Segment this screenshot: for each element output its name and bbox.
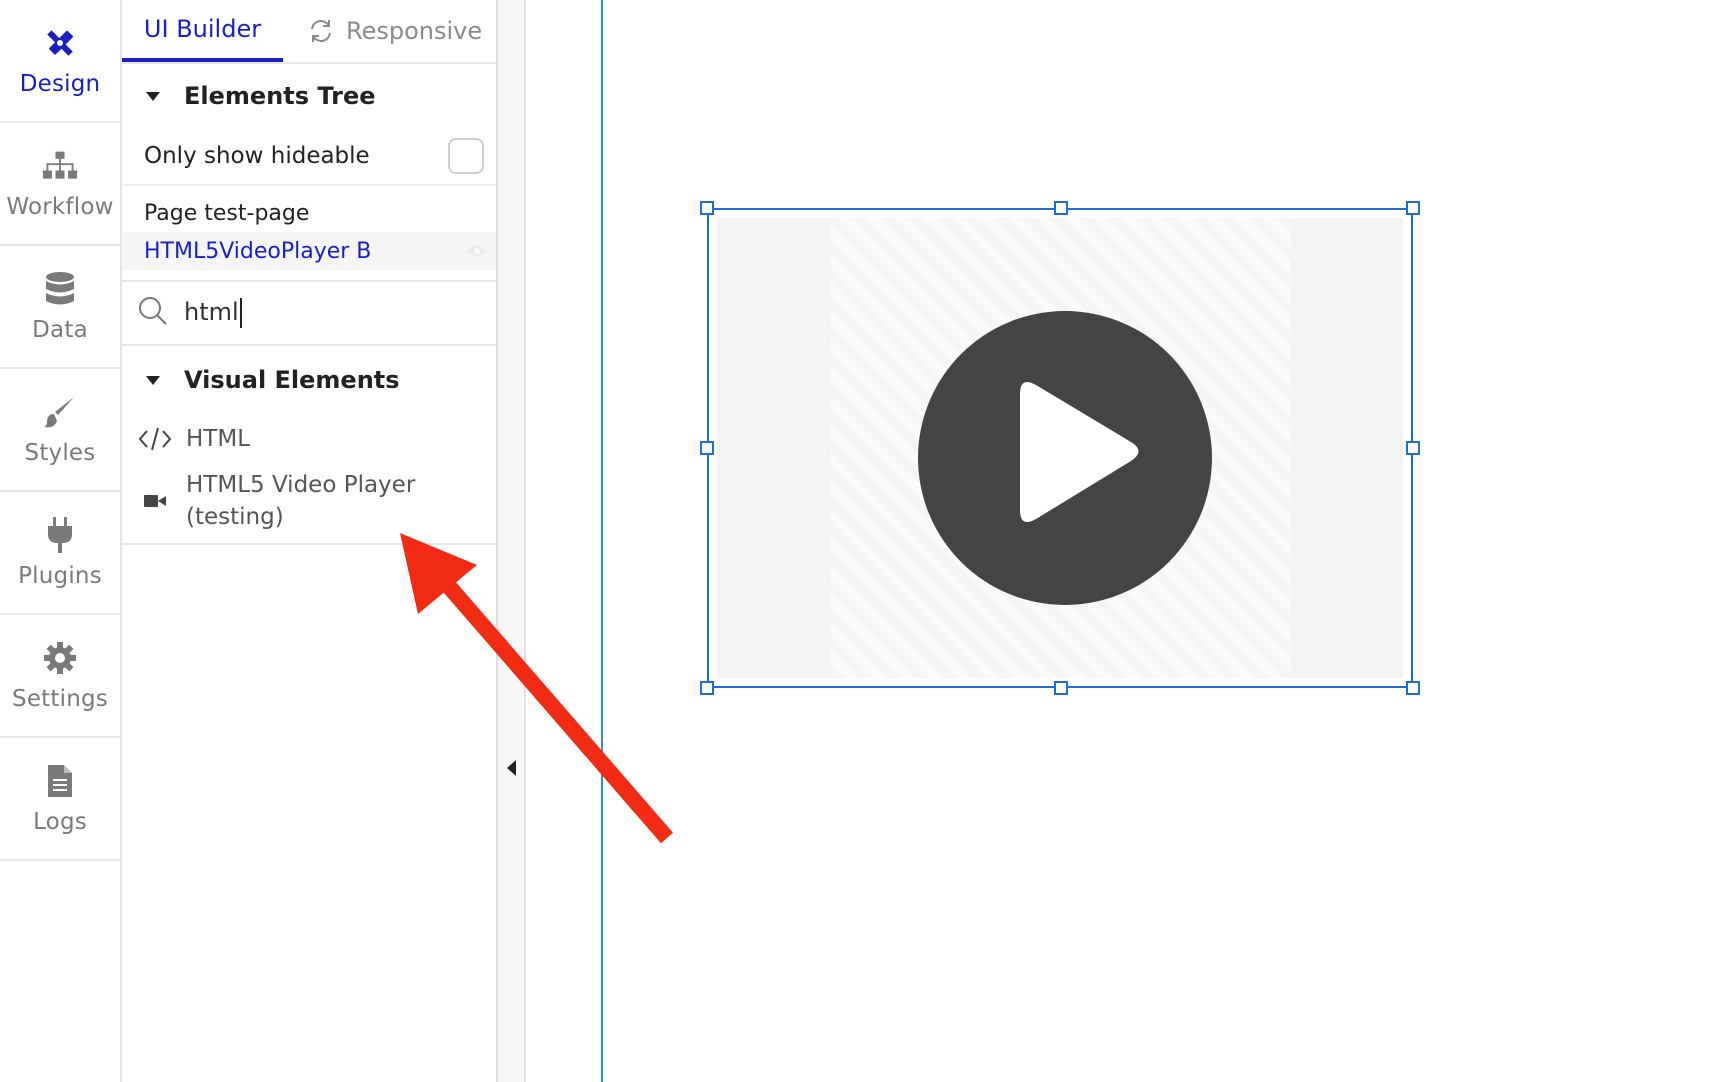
search-icon — [138, 296, 168, 330]
rail-item-styles[interactable]: Styles — [0, 369, 120, 492]
rail-label-data: Data — [32, 316, 88, 343]
resize-handle-top-right[interactable] — [1406, 201, 1420, 215]
elements-tree-title: Elements Tree — [184, 82, 376, 110]
only-show-hideable-checkbox[interactable] — [448, 138, 484, 174]
element-search-bar[interactable]: html — [122, 280, 496, 346]
rail-item-plugins[interactable]: Plugins — [0, 492, 120, 615]
resize-handle-top-left[interactable] — [700, 201, 714, 215]
app-window: Design Workflow Data Styles Plugins Sett… — [0, 0, 1716, 1082]
element-item-html-label: HTML — [186, 426, 251, 452]
rail-label-logs: Logs — [33, 808, 87, 835]
resize-handle-bottom-right[interactable] — [1406, 681, 1420, 695]
video-camera-icon — [138, 494, 172, 508]
caret-down-icon — [146, 91, 160, 101]
code-brackets-icon — [138, 427, 172, 451]
document-icon — [42, 763, 78, 799]
only-show-hideable-row: Only show hideable — [122, 128, 496, 186]
page-boundary-guide — [601, 0, 603, 1082]
visual-elements-section: Visual Elements HTML HTML5 Video Player … — [122, 348, 496, 536]
text-cursor — [239, 298, 242, 328]
video-placeholder — [717, 218, 1403, 678]
tab-ui-builder[interactable]: UI Builder — [122, 0, 283, 62]
gear-icon — [42, 640, 78, 676]
rail-item-design[interactable]: Design — [0, 0, 120, 123]
tree-item-page-label: Page test-page — [144, 200, 310, 226]
elements-tree-header[interactable]: Elements Tree — [122, 64, 496, 128]
collapse-arrow-icon[interactable] — [507, 760, 516, 776]
resize-handle-top[interactable] — [1054, 201, 1068, 215]
search-input-value: html — [184, 298, 239, 326]
plug-icon — [42, 516, 78, 553]
tab-responsive[interactable]: Responsive — [308, 0, 482, 62]
html5-video-player-element[interactable] — [700, 201, 1420, 695]
rail-item-settings[interactable]: Settings — [0, 615, 120, 738]
element-item-video-label: HTML5 Video Player — [186, 472, 416, 498]
resize-handle-right[interactable] — [1406, 441, 1420, 455]
left-nav-rail: Design Workflow Data Styles Plugins Sett… — [0, 0, 122, 1082]
tree-item-selected-element[interactable]: HTML5VideoPlayer B — [122, 232, 496, 270]
tab-responsive-label: Responsive — [346, 17, 483, 45]
search-input[interactable]: html — [184, 298, 242, 328]
section-divider — [122, 543, 496, 545]
rail-item-data[interactable]: Data — [0, 246, 120, 369]
element-item-video-label-line2: (testing) — [186, 504, 284, 530]
element-item-html[interactable]: HTML — [122, 412, 496, 466]
paintbrush-icon — [42, 394, 78, 430]
rail-label-design: Design — [19, 70, 101, 97]
only-show-hideable-label: Only show hideable — [144, 143, 370, 169]
caret-down-icon — [146, 375, 160, 385]
workflow-sitemap-icon — [42, 148, 78, 184]
database-icon — [42, 271, 78, 307]
visual-elements-header[interactable]: Visual Elements — [122, 348, 496, 412]
design-pencil-ruler-icon — [42, 25, 78, 61]
play-button-icon[interactable] — [917, 310, 1213, 606]
rail-item-workflow[interactable]: Workflow — [0, 123, 120, 246]
panel-tabs: UI Builder Responsive — [122, 0, 496, 64]
rail-label-workflow: Workflow — [6, 193, 114, 220]
rail-label-settings: Settings — [12, 685, 108, 712]
rail-label-styles: Styles — [24, 439, 96, 466]
ui-builder-panel: UI Builder Responsive Elements Tree Only… — [122, 0, 498, 1082]
resize-handle-bottom-left[interactable] — [700, 681, 714, 695]
panel-collapse-strip[interactable] — [498, 0, 526, 1082]
rail-item-logs[interactable]: Logs — [0, 738, 120, 861]
resize-handle-left[interactable] — [700, 441, 714, 455]
tree-item-selected-label: HTML5VideoPlayer B — [144, 238, 372, 264]
element-item-video-text: HTML5 Video Player (testing) — [186, 469, 415, 533]
visual-elements-title: Visual Elements — [184, 366, 400, 394]
tree-item-page[interactable]: Page test-page — [122, 194, 496, 232]
resize-handle-bottom[interactable] — [1054, 681, 1068, 695]
rail-label-plugins: Plugins — [18, 562, 102, 589]
tab-ui-builder-label: UI Builder — [143, 15, 262, 43]
refresh-icon — [308, 18, 334, 44]
element-item-html5-video-player[interactable]: HTML5 Video Player (testing) — [122, 466, 496, 536]
eye-icon[interactable] — [466, 239, 488, 264]
